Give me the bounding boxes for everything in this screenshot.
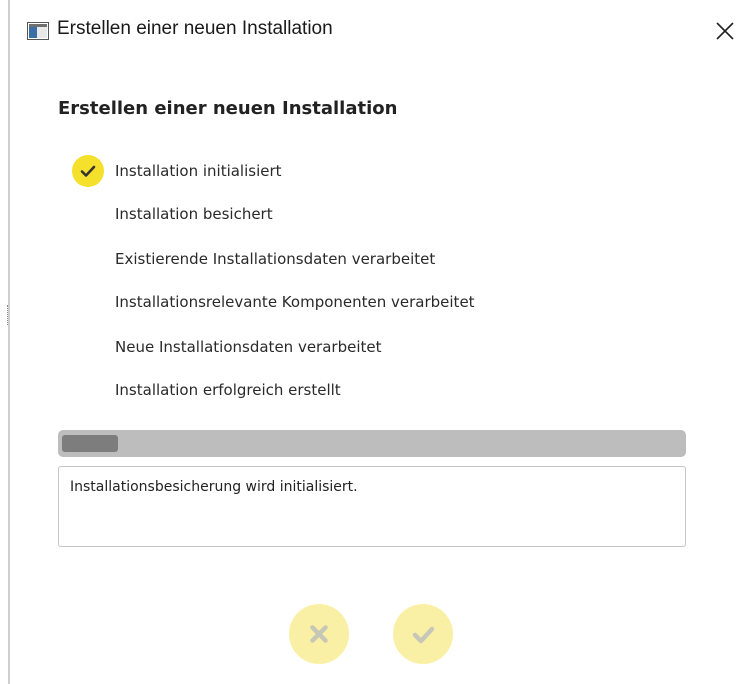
resize-grip[interactable] [7, 305, 12, 325]
window-title: Erstellen einer neuen Installation [57, 18, 333, 39]
step-label: Neue Installationsdaten verarbeitet [115, 338, 382, 356]
status-log-text: Installationsbesicherung wird initialisi… [70, 479, 358, 495]
cancel-x-icon [310, 625, 328, 643]
status-log: Installationsbesicherung wird initialisi… [58, 466, 686, 547]
close-icon[interactable] [710, 16, 740, 46]
step-label: Installationsrelevante Komponenten verar… [115, 293, 475, 311]
page-heading: Erstellen einer neuen Installation [58, 98, 398, 119]
step-label: Installation erfolgreich erstellt [115, 381, 341, 399]
step-label: Installation besichert [115, 205, 273, 223]
step-label: Existierende Installationsdaten verarbei… [115, 250, 436, 268]
step-label: Installation initialisiert [115, 162, 282, 180]
progress-bar [58, 430, 686, 457]
progress-bar-fill [62, 435, 118, 452]
confirm-check-icon [412, 626, 435, 644]
step-done-check-icon [72, 155, 104, 187]
confirm-button[interactable] [393, 604, 453, 664]
app-window-icon [27, 22, 49, 40]
title-bar: Erstellen einer neuen Installation [10, 0, 750, 62]
window-left-border [7, 0, 12, 684]
cancel-button[interactable] [289, 604, 349, 664]
